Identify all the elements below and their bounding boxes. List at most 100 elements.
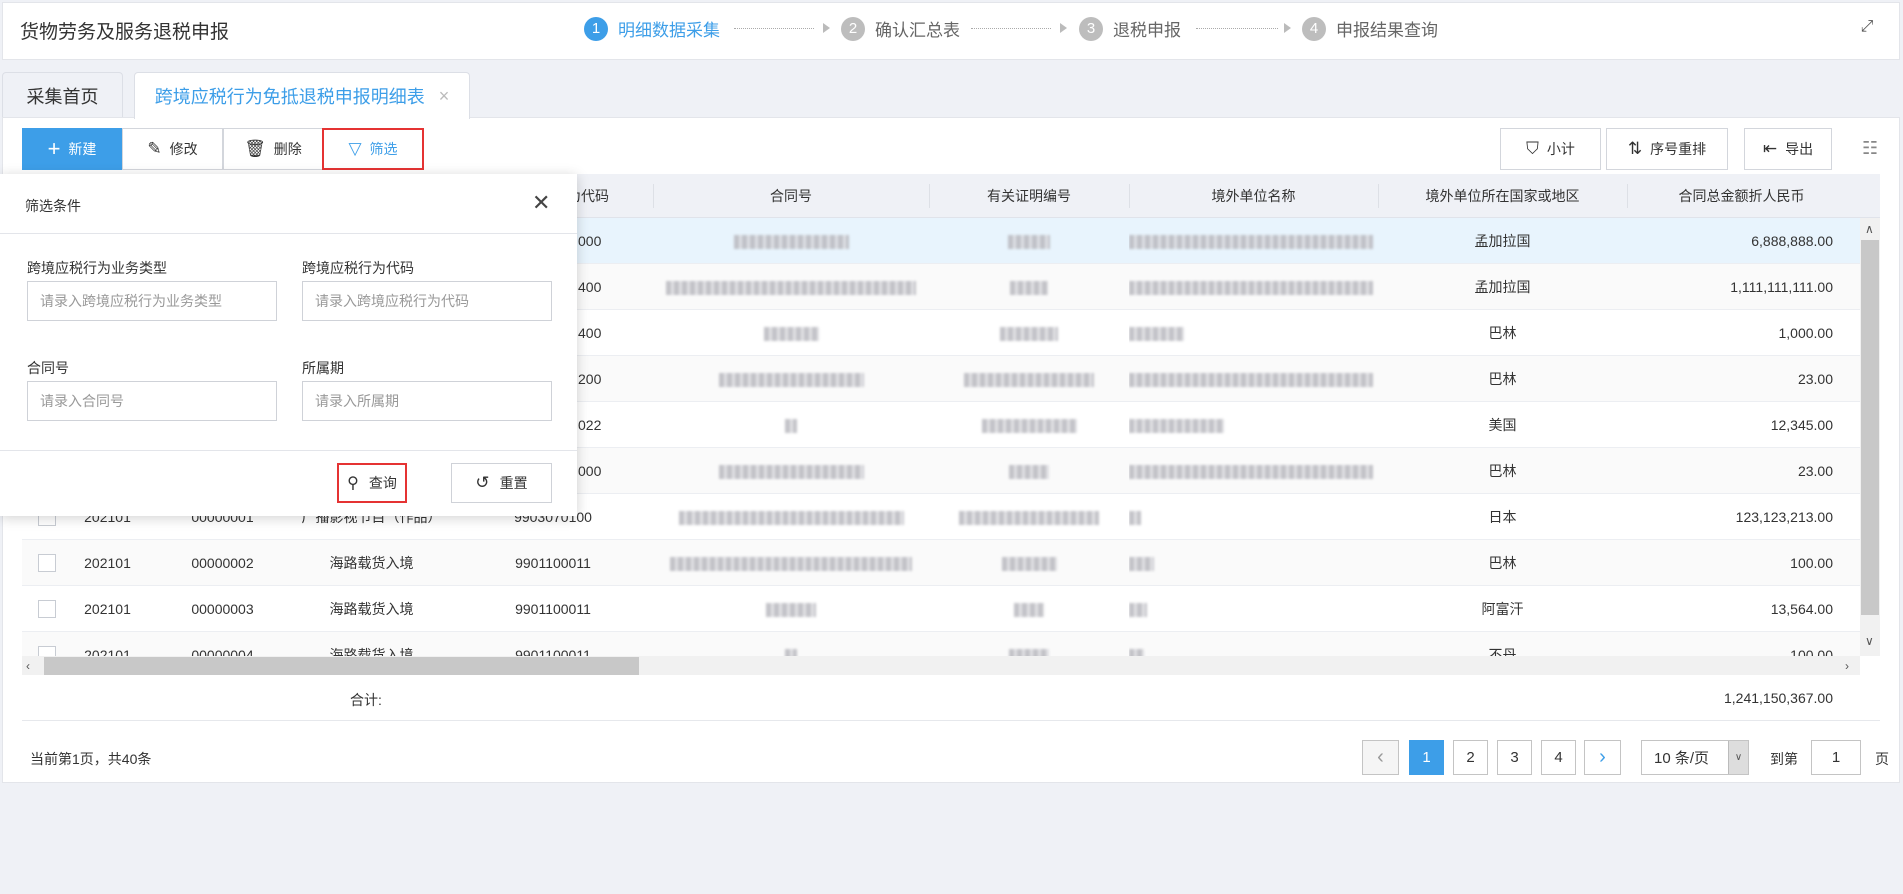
next-page-button[interactable]: › bbox=[1584, 740, 1621, 775]
scroll-left-icon[interactable]: ‹ bbox=[26, 659, 30, 673]
button-label: 查询 bbox=[368, 475, 397, 491]
redacted-value bbox=[1008, 235, 1050, 250]
scroll-right-icon[interactable]: › bbox=[1845, 659, 1849, 673]
code-input[interactable] bbox=[302, 281, 552, 321]
button-label: 重置 bbox=[499, 475, 528, 491]
query-button[interactable]: ⚲ 查询 bbox=[337, 463, 407, 503]
horizontal-scroll-thumb[interactable] bbox=[44, 657, 639, 675]
export-button[interactable]: ⇤ 导出 bbox=[1744, 128, 1832, 170]
column-settings-icon[interactable]: ☷ bbox=[1862, 138, 1878, 159]
close-icon[interactable]: × bbox=[439, 86, 450, 107]
export-icon: ⇤ bbox=[1762, 139, 1778, 158]
cell-cert bbox=[929, 218, 1129, 264]
cell-foreign-name bbox=[1129, 264, 1378, 310]
cell-contract bbox=[653, 356, 929, 402]
app-title: 货物劳务及服务退税申报 bbox=[20, 22, 230, 43]
tab-detail[interactable]: 跨境应税行为免抵退税申报明细表 × bbox=[134, 72, 470, 119]
step-4[interactable]: 4 申报结果查询 bbox=[1302, 16, 1438, 41]
edit-button[interactable]: ✎ 修改 bbox=[122, 128, 223, 170]
cell-foreign-name bbox=[1129, 540, 1378, 586]
cell-foreign-name bbox=[1129, 494, 1378, 540]
row-checkbox[interactable] bbox=[38, 554, 56, 572]
redacted-value bbox=[763, 327, 819, 342]
tab-label: 采集首页 bbox=[26, 86, 99, 107]
cell-foreign-name bbox=[1129, 448, 1378, 494]
redacted-value bbox=[1009, 649, 1049, 656]
search-icon: ⚲ bbox=[347, 475, 359, 492]
button-label: 序号重排 bbox=[1650, 141, 1707, 157]
scroll-up-icon[interactable]: ∧ bbox=[1865, 222, 1874, 236]
cell-country: 巴林 bbox=[1488, 371, 1517, 387]
redacted-value bbox=[1129, 419, 1224, 434]
cell-amount: 6,888,888.00 bbox=[1751, 233, 1833, 249]
cell-amount: 23.00 bbox=[1797, 463, 1833, 479]
cell-country: 巴林 bbox=[1488, 463, 1517, 479]
prev-page-button[interactable]: ‹ bbox=[1362, 740, 1399, 775]
arrow-icon bbox=[1284, 23, 1291, 33]
contract-input[interactable] bbox=[27, 381, 277, 421]
cell-cert bbox=[929, 494, 1129, 540]
page-info: 当前第1页，共40条 bbox=[30, 751, 152, 767]
cell-country: 孟加拉国 bbox=[1474, 279, 1531, 295]
cell-cert bbox=[929, 632, 1129, 656]
step-connector bbox=[1196, 28, 1278, 29]
page-2[interactable]: 2 bbox=[1453, 740, 1488, 775]
new-button[interactable]: + 新建 bbox=[22, 128, 122, 170]
delete-button[interactable]: 🗑︎ 删除 bbox=[223, 128, 323, 170]
step-2[interactable]: 2 确认汇总表 bbox=[841, 16, 960, 41]
cell-contract bbox=[653, 540, 929, 586]
step-3[interactable]: 3 退税申报 bbox=[1079, 16, 1181, 41]
page-4[interactable]: 4 bbox=[1541, 740, 1576, 775]
goto-page-input[interactable]: 1 bbox=[1811, 740, 1861, 775]
page-3[interactable]: 3 bbox=[1497, 740, 1532, 775]
step-label: 申报结果查询 bbox=[1336, 21, 1438, 40]
tab-home[interactable]: 采集首页 bbox=[2, 72, 123, 118]
redacted-value bbox=[1129, 327, 1184, 342]
bookmark-icon: ⛉ bbox=[1526, 139, 1539, 158]
cell-contract bbox=[653, 494, 929, 540]
cell-country: 阿富汗 bbox=[1481, 601, 1524, 617]
step-number: 1 bbox=[584, 16, 608, 41]
row-checkbox[interactable] bbox=[38, 600, 56, 618]
cell-code: 9901100011 bbox=[515, 647, 591, 656]
cell-type: 海路载货入境 bbox=[329, 601, 414, 617]
cell-cert bbox=[929, 540, 1129, 586]
button-label: 小计 bbox=[1546, 141, 1575, 157]
cell-period: 202101 bbox=[84, 601, 131, 617]
redacted-value bbox=[1129, 373, 1373, 388]
scroll-down-icon[interactable]: ∨ bbox=[1865, 634, 1874, 648]
button-label: 新建 bbox=[68, 141, 97, 157]
step-connector bbox=[734, 28, 814, 29]
row-checkbox[interactable] bbox=[38, 646, 56, 656]
business-type-input[interactable] bbox=[27, 281, 277, 321]
table-row[interactable]: 202101 00000002 海路载货入境 9901100011 巴林 100.00 bbox=[22, 540, 1860, 586]
reorder-button[interactable]: ⇅ 序号重排 bbox=[1606, 128, 1728, 170]
close-icon[interactable]: ✕ bbox=[532, 190, 550, 216]
arrow-icon bbox=[1060, 23, 1067, 33]
period-input[interactable] bbox=[302, 381, 552, 421]
reset-button[interactable]: ↺ 重置 bbox=[451, 463, 552, 503]
page-size-select[interactable]: 10 条/页 ∨ bbox=[1641, 740, 1749, 775]
redacted-value bbox=[1014, 603, 1044, 618]
redacted-value bbox=[670, 557, 912, 572]
expand-icon[interactable]: ⤢ bbox=[1856, 18, 1878, 40]
total-label: 合计: bbox=[350, 692, 382, 708]
redacted-value bbox=[1129, 557, 1154, 572]
filter-button[interactable]: ▽ 筛选 bbox=[322, 128, 424, 170]
total-value: 1,241,150,367.00 bbox=[1724, 690, 1833, 706]
redacted-value bbox=[1129, 465, 1373, 480]
cell-seq: 00000003 bbox=[191, 601, 254, 617]
vertical-scroll-thumb[interactable] bbox=[1861, 240, 1879, 615]
cell-cert bbox=[929, 356, 1129, 402]
subtotal-button[interactable]: ⛉ 小计 bbox=[1500, 128, 1601, 170]
header-foreign-name: 境外单位名称 bbox=[1129, 174, 1378, 218]
divider bbox=[0, 450, 577, 451]
page-1[interactable]: 1 bbox=[1409, 740, 1444, 775]
step-1[interactable]: 1 明细数据采集 bbox=[584, 16, 720, 41]
table-row[interactable]: 202101 00000004 海路载货入境 9901100011 不丹 100.00 bbox=[22, 632, 1860, 656]
cell-code: 9901100011 bbox=[515, 555, 591, 571]
table-row[interactable]: 202101 00000003 海路载货入境 9901100011 阿富汗 13,564.… bbox=[22, 586, 1860, 632]
cell-cert bbox=[929, 264, 1129, 310]
cell-country: 美国 bbox=[1488, 417, 1517, 433]
cell-foreign-name bbox=[1129, 632, 1378, 656]
